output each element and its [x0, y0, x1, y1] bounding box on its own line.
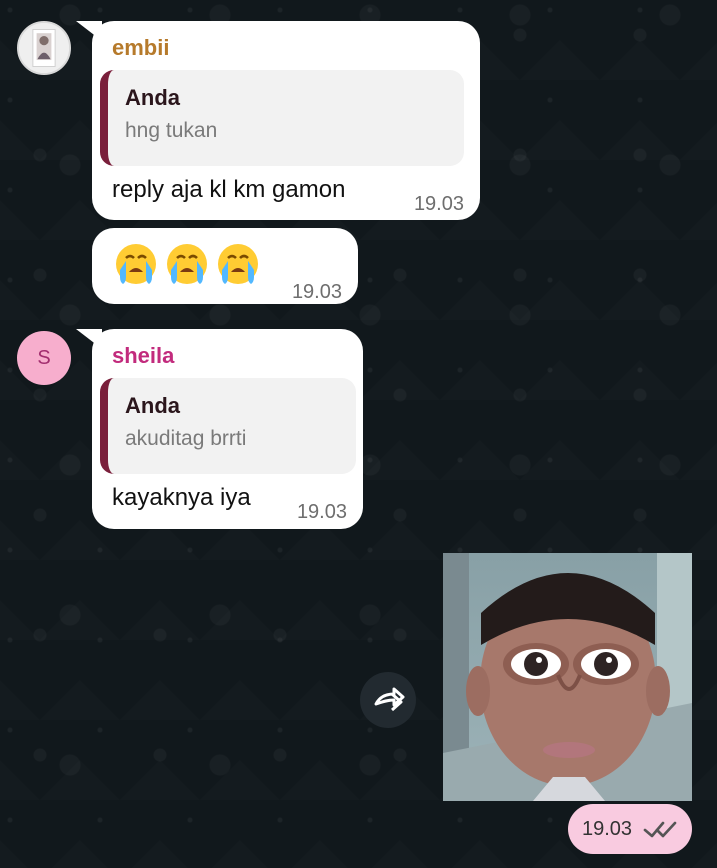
emoji-row [112, 240, 262, 288]
sent-message-meta: 19.03 [568, 804, 692, 854]
avatar-initial: S [37, 346, 51, 369]
double-check-icon [643, 821, 677, 838]
message-time: 19.03 [296, 501, 347, 523]
message-time: 19.03 [413, 193, 464, 215]
incoming-message-embii[interactable]: embii Anda hng tukan reply aja kl km gam… [92, 21, 480, 220]
crying-face-icon [116, 244, 156, 284]
message-text: kayaknya iya [112, 484, 251, 511]
sender-name: embii [112, 35, 170, 60]
quoted-author: Anda [125, 393, 180, 418]
forward-button[interactable] [360, 672, 416, 728]
crying-face-icon [167, 244, 207, 284]
sender-name: sheila [112, 343, 175, 368]
incoming-message-sheila[interactable]: sheila Anda akuditag brrti kayaknya iya … [92, 329, 363, 529]
message-text: reply aja kl km gamon [112, 176, 346, 203]
message-time: 19.03 [581, 817, 633, 840]
avatar-image [19, 23, 69, 73]
quoted-author: Anda [125, 85, 180, 110]
quoted-text: akuditag brrti [125, 427, 247, 450]
sent-image [443, 553, 692, 801]
forward-icon [374, 687, 405, 712]
message-time: 19.03 [291, 281, 342, 303]
crying-face-icon [218, 244, 258, 284]
avatar-sheila[interactable]: S [17, 331, 71, 385]
quoted-text: hng tukan [125, 119, 218, 142]
sent-photo[interactable] [443, 553, 692, 801]
avatar-embii[interactable] [17, 21, 71, 75]
incoming-emoji-message[interactable]: 19.03 [92, 228, 358, 304]
quoted-message[interactable]: Anda akuditag brrti [100, 378, 356, 474]
quoted-message[interactable]: Anda hng tukan [100, 70, 464, 166]
